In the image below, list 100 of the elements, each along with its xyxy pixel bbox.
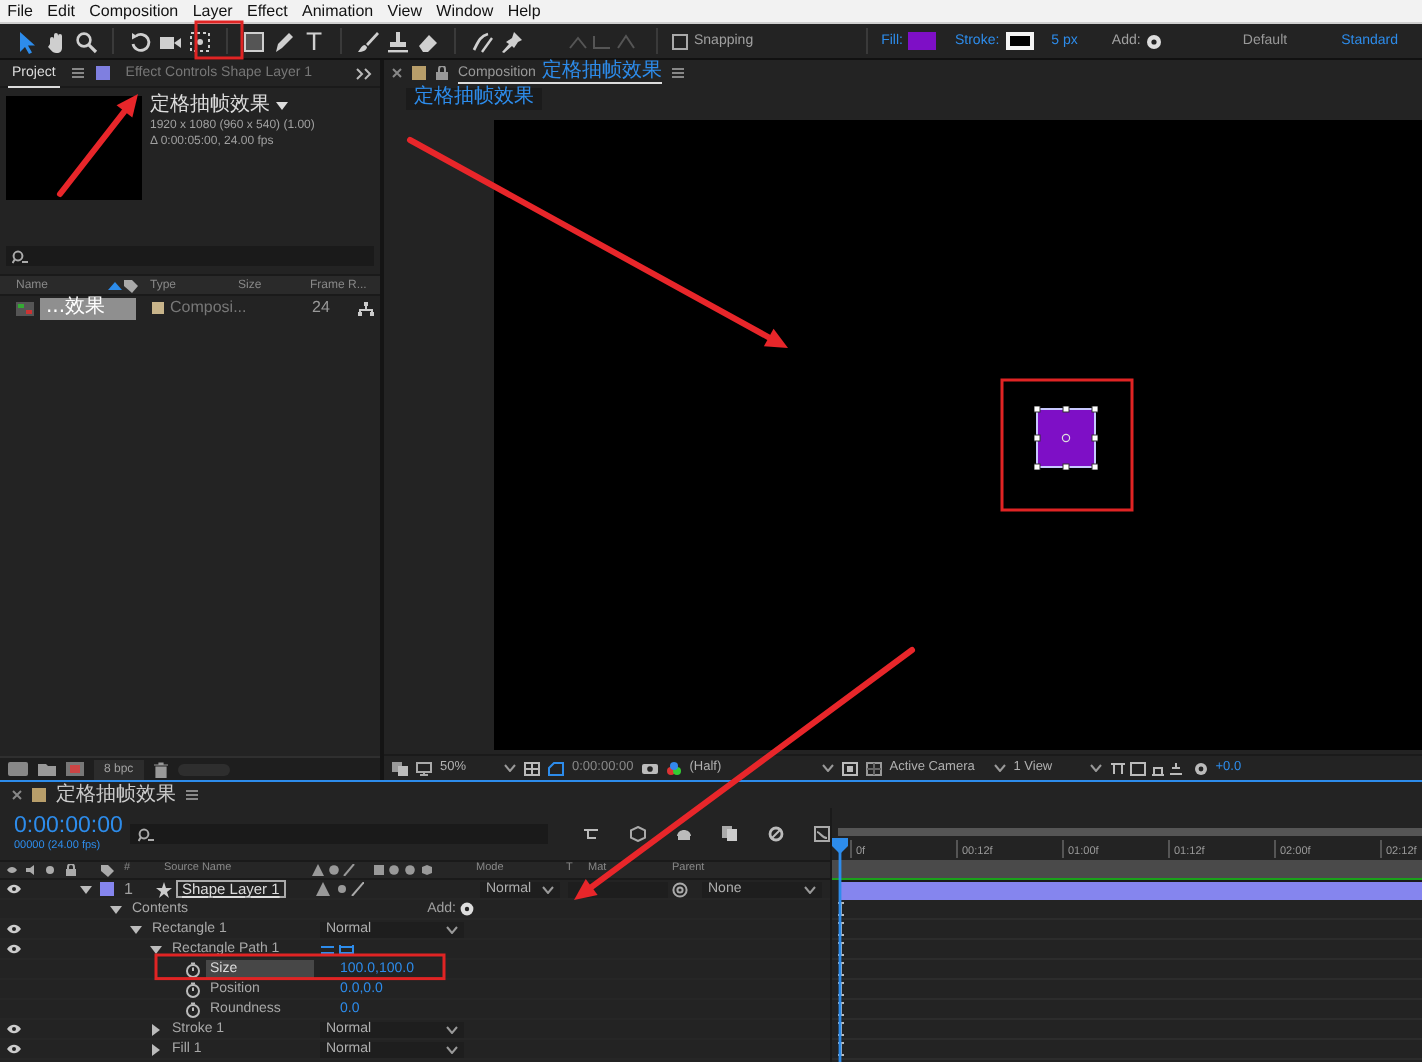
caret-icon[interactable] [276,102,288,110]
search-field[interactable] [6,246,374,266]
twirl-icon[interactable] [150,1023,162,1035]
pen-icon[interactable] [272,29,296,53]
menu-item[interactable]: File [0,3,41,19]
transparency-grid-icon[interactable] [865,761,882,775]
shy-layers-icon[interactable] [676,826,692,842]
add-icon[interactable] [460,902,474,916]
twirl-icon[interactable] [110,903,122,915]
in-point-marker-icon [838,922,844,936]
caret-icon [804,885,816,893]
exposure-icon[interactable] [1193,761,1208,775]
close-icon[interactable] [392,68,402,78]
magnifier-icon[interactable] [74,29,98,53]
grid-guides-icon[interactable] [524,761,540,775]
eye-icon[interactable] [6,1024,22,1034]
brush-icon[interactable] [356,29,380,53]
rectangle-icon[interactable] [242,29,266,53]
motion-blur-icon[interactable] [768,826,784,842]
trash-icon[interactable] [153,761,168,777]
snapping-checkbox[interactable] [672,33,688,49]
text-tool[interactable]: T [302,29,326,53]
eye-icon[interactable] [6,884,22,894]
snapshot-icon[interactable] [641,762,658,774]
close-icon[interactable] [12,790,22,800]
menu-item[interactable]: Animation [294,3,381,19]
highlight-frame [1000,378,1134,512]
rectangle-shape-drawing [1034,406,1098,470]
composition-color-icon [412,66,426,80]
graph-editor-icon[interactable] [814,826,830,842]
layer-index: 1 [124,881,133,897]
eraser-icon[interactable] [416,29,440,53]
layer-duration-bar[interactable] [840,880,1422,900]
brush-stroke-icon[interactable] [470,29,494,53]
color-channels-icon[interactable] [665,761,682,775]
menu-item[interactable]: Window [429,3,501,19]
twirl-icon[interactable] [150,1043,162,1055]
label-tag-icon[interactable] [100,863,114,877]
composition-flowchart-icon[interactable] [584,826,600,842]
folder-icon[interactable] [38,762,56,776]
eye-icon[interactable] [6,1044,22,1054]
dashed-square-icon[interactable] [188,29,212,53]
layer-switches-drawing [312,864,432,876]
rotate-icon[interactable] [128,29,152,53]
stopwatch-icon[interactable] [186,1001,200,1017]
eye-icon[interactable] [6,924,22,934]
caret-icon [542,885,554,893]
flowchart-icon[interactable] [358,301,374,315]
menu-item[interactable]: Effect [239,3,295,19]
caret-icon [446,925,458,933]
pickwhip-icon[interactable] [672,881,688,897]
panel-menu-icon[interactable] [671,68,684,78]
in-point-marker-icon [838,1002,844,1016]
lock-icon[interactable] [436,66,448,80]
current-time[interactable]: 0:00:00:00 [14,816,118,839]
annotation-arrow [57,94,138,197]
composition-icon[interactable] [16,301,34,315]
hand-icon[interactable] [44,29,68,53]
search-icon [12,249,30,263]
fill-swatch[interactable] [908,32,937,50]
expand-panels-icon[interactable] [356,67,372,79]
cube-icon[interactable] [630,826,646,842]
stopwatch-icon[interactable] [186,961,200,977]
menu-item[interactable]: Help [500,3,548,19]
menu-item[interactable]: View [380,3,430,19]
arrow-pointer-icon[interactable] [14,29,38,53]
stroke-swatch[interactable] [1005,32,1034,50]
menu-item[interactable]: Composition [82,3,186,19]
twirl-icon[interactable] [130,923,142,935]
path-direction-icon[interactable] [320,943,354,955]
composition-breadcrumb[interactable]: 定格抽帧效果 [406,87,542,109]
search-icon [138,827,156,841]
panel-menu-icon[interactable] [71,68,84,78]
composition-color-icon [32,788,46,802]
pin-icon[interactable] [500,29,524,53]
in-point-marker-icon [838,1022,844,1036]
label-tag-icon[interactable] [122,277,138,293]
mask-visibility-icon[interactable] [548,761,564,775]
menu-item[interactable]: Layer [185,3,240,19]
in-point-marker-icon [838,962,844,976]
stamp-icon[interactable] [386,29,410,53]
region-of-interest-icon[interactable] [841,761,858,775]
twirl-icon[interactable] [150,943,162,955]
playhead[interactable] [832,838,848,1062]
add-icon[interactable] [1146,33,1163,49]
eye-icon[interactable] [6,944,22,954]
highlight-frame [194,20,244,60]
timeline-tab[interactable]: 定格抽帧效果 [56,785,176,805]
always-preview-icon[interactable] [392,761,408,775]
stopwatch-icon[interactable] [186,981,200,997]
layer-search-field[interactable] [130,824,548,844]
sort-icon[interactable] [108,281,122,289]
panel-menu-icon[interactable] [186,790,198,800]
frame-blending-icon[interactable] [722,826,738,842]
panel-icon [95,66,110,80]
in-point-marker-icon [838,1042,844,1056]
menu-item[interactable]: Edit [40,3,83,19]
layer-label-color[interactable] [100,882,114,896]
view-options-drawing[interactable] [1109,761,1186,775]
monitor-icon[interactable] [416,761,432,775]
